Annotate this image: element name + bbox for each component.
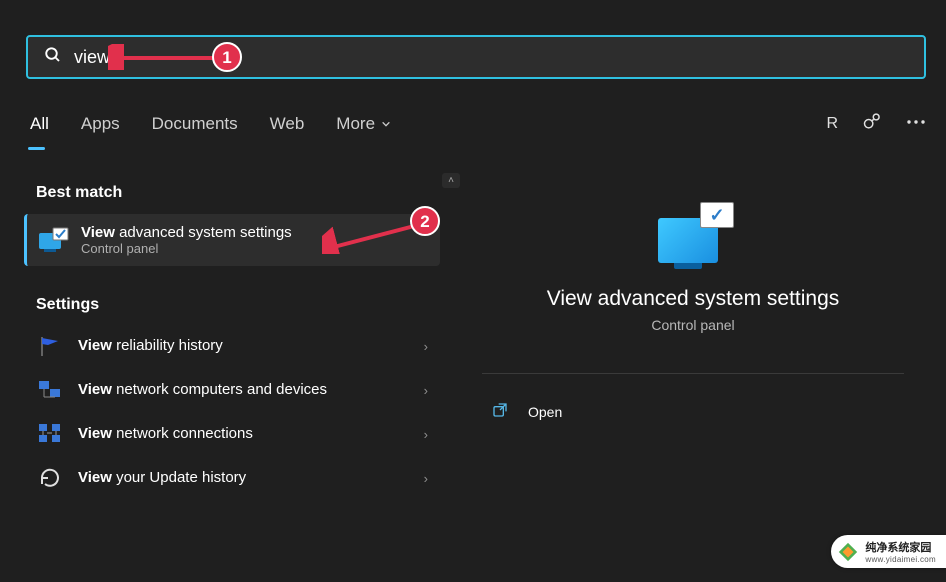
best-match-sub: Control panel bbox=[81, 241, 292, 256]
annotation-badge-2: 2 bbox=[410, 206, 440, 236]
watermark-line1: 纯净系统家园 bbox=[865, 539, 936, 555]
chevron-right-icon: › bbox=[424, 339, 428, 354]
open-icon bbox=[492, 402, 508, 421]
watermark-line2: www.yidaimei.com bbox=[865, 555, 936, 564]
detail-panel: ✓ View advanced system settings Control … bbox=[460, 170, 926, 449]
tab-documents[interactable]: Documents bbox=[150, 108, 240, 140]
tab-web[interactable]: Web bbox=[268, 108, 307, 140]
filter-tabs: All Apps Documents Web More R bbox=[28, 108, 926, 140]
watermark: 纯净系统家园 www.yidaimei.com bbox=[831, 535, 946, 568]
annotation-badge-1: 1 bbox=[212, 42, 242, 72]
detail-icon: ✓ bbox=[658, 204, 728, 269]
scroll-up-hint[interactable]: ˄ bbox=[20, 170, 460, 188]
detail-title: View advanced system settings bbox=[476, 287, 910, 311]
more-icon[interactable] bbox=[906, 113, 926, 136]
network-computers-icon bbox=[36, 378, 64, 402]
tab-more[interactable]: More bbox=[334, 108, 393, 140]
settings-section-label: Settings bbox=[20, 282, 440, 324]
watermark-logo-icon bbox=[837, 541, 859, 563]
top-right-actions: R bbox=[826, 112, 926, 137]
flag-icon bbox=[36, 334, 64, 358]
settings-item-network-connections[interactable]: View network connections › bbox=[20, 412, 440, 456]
network-connections-icon bbox=[36, 422, 64, 446]
tab-more-label: More bbox=[336, 114, 375, 134]
settings-item-update-history[interactable]: View your Update history › bbox=[20, 456, 440, 500]
update-history-icon bbox=[36, 466, 64, 490]
best-match-rest: advanced system settings bbox=[115, 224, 292, 241]
chevron-right-icon: › bbox=[424, 427, 428, 442]
detail-subtitle: Control panel bbox=[476, 317, 910, 333]
user-letter[interactable]: R bbox=[826, 115, 838, 133]
settings-item-reliability[interactable]: View reliability history › bbox=[20, 324, 440, 368]
divider bbox=[482, 373, 904, 374]
chevron-right-icon: › bbox=[424, 383, 428, 398]
tab-apps[interactable]: Apps bbox=[79, 108, 122, 140]
search-icon bbox=[44, 46, 62, 69]
settings-item-network-computers[interactable]: View network computers and devices › bbox=[20, 368, 440, 412]
chevron-right-icon: › bbox=[424, 471, 428, 486]
annotation-arrow-1 bbox=[108, 44, 228, 70]
system-settings-icon bbox=[39, 227, 69, 253]
settings-icon[interactable] bbox=[862, 112, 882, 137]
best-match-text: View advanced system settings Control pa… bbox=[81, 224, 292, 256]
chevron-down-icon bbox=[381, 119, 391, 129]
tab-all[interactable]: All bbox=[28, 108, 51, 140]
best-match-bold: View bbox=[81, 224, 115, 241]
open-label: Open bbox=[528, 404, 562, 420]
open-action[interactable]: Open bbox=[476, 394, 910, 429]
